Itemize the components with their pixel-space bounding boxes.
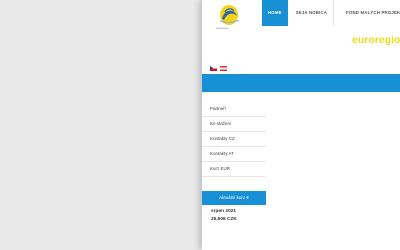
sidebar-item-kontakty-at[interactable]: Kontakty AT	[202, 147, 266, 162]
main-nav: HOME SEJA NOBICA FOND MALÝCH PROJEKTŮ	[262, 0, 400, 26]
sidebar-item-kontakty-cz[interactable]: Kontakty CZ	[202, 132, 266, 147]
site-logo[interactable]	[212, 2, 246, 28]
bird-logo-icon	[219, 5, 240, 25]
nav-item-home[interactable]: HOME	[262, 0, 288, 26]
at-flag-icon[interactable]	[220, 66, 227, 71]
page-content: euroregio HOME SEJA NOBICA FOND MALÝCH P…	[202, 0, 400, 250]
cz-flag-icon[interactable]	[210, 66, 217, 71]
sidebar-item-ke-stazeni[interactable]: Ke stažení	[202, 117, 266, 132]
brand-wordmark: euroregio	[352, 34, 400, 46]
exchange-rate-title: Aktuální kurz €	[202, 191, 266, 205]
sidebar-item-partneri[interactable]: Partneři	[202, 102, 266, 117]
exchange-rate-date: srpen 2021	[211, 209, 237, 214]
language-switcher	[210, 66, 227, 71]
sidebar-menu: Partneři Ke stažení Kontakty CZ Kontakty…	[202, 102, 266, 177]
title-bar	[202, 74, 400, 92]
sidebar-item-kurz-eur[interactable]: Kurz EUR	[202, 162, 266, 177]
exchange-rate-value: 25,506 CZK	[211, 217, 237, 222]
nav-item-seja-nobica[interactable]: SEJA NOBICA	[288, 0, 333, 26]
logo-text: euroregio	[216, 26, 229, 30]
nav-item-fond-malych-projektu[interactable]: FOND MALÝCH PROJEKTŮ	[334, 0, 400, 26]
